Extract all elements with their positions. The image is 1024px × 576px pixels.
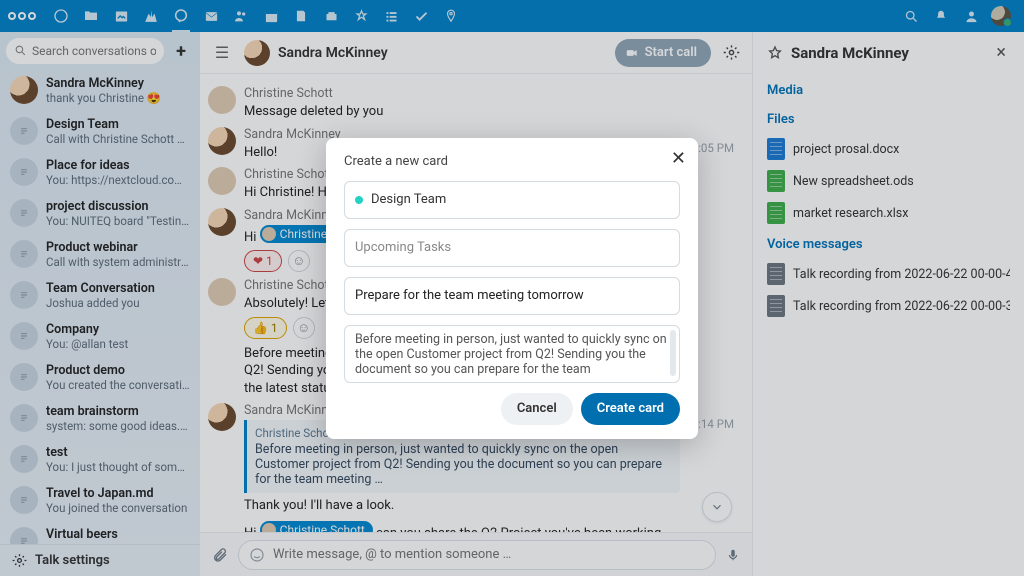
modal-title: Create a new card [344,154,680,169]
cancel-button[interactable]: Cancel [501,393,573,425]
create-card-button[interactable]: Create card [581,393,680,425]
list-name: Upcoming Tasks [355,240,451,255]
card-title-text: Prepare for the team meeting tomorrow [355,288,584,303]
board-color-dot [355,196,363,204]
card-description-input[interactable]: Before meeting in person, just wanted to… [344,325,680,383]
board-select[interactable]: Design Team [344,181,680,219]
board-name: Design Team [371,192,446,207]
create-card-modal: ✕ Create a new card Design Team Upcoming… [326,138,698,439]
list-select[interactable]: Upcoming Tasks [344,229,680,267]
modal-close-button[interactable]: ✕ [671,148,686,169]
card-title-input[interactable]: Prepare for the team meeting tomorrow [344,277,680,315]
modal-overlay: ✕ Create a new card Design Team Upcoming… [0,0,1024,576]
card-description-text: Before meeting in person, just wanted to… [355,332,667,377]
